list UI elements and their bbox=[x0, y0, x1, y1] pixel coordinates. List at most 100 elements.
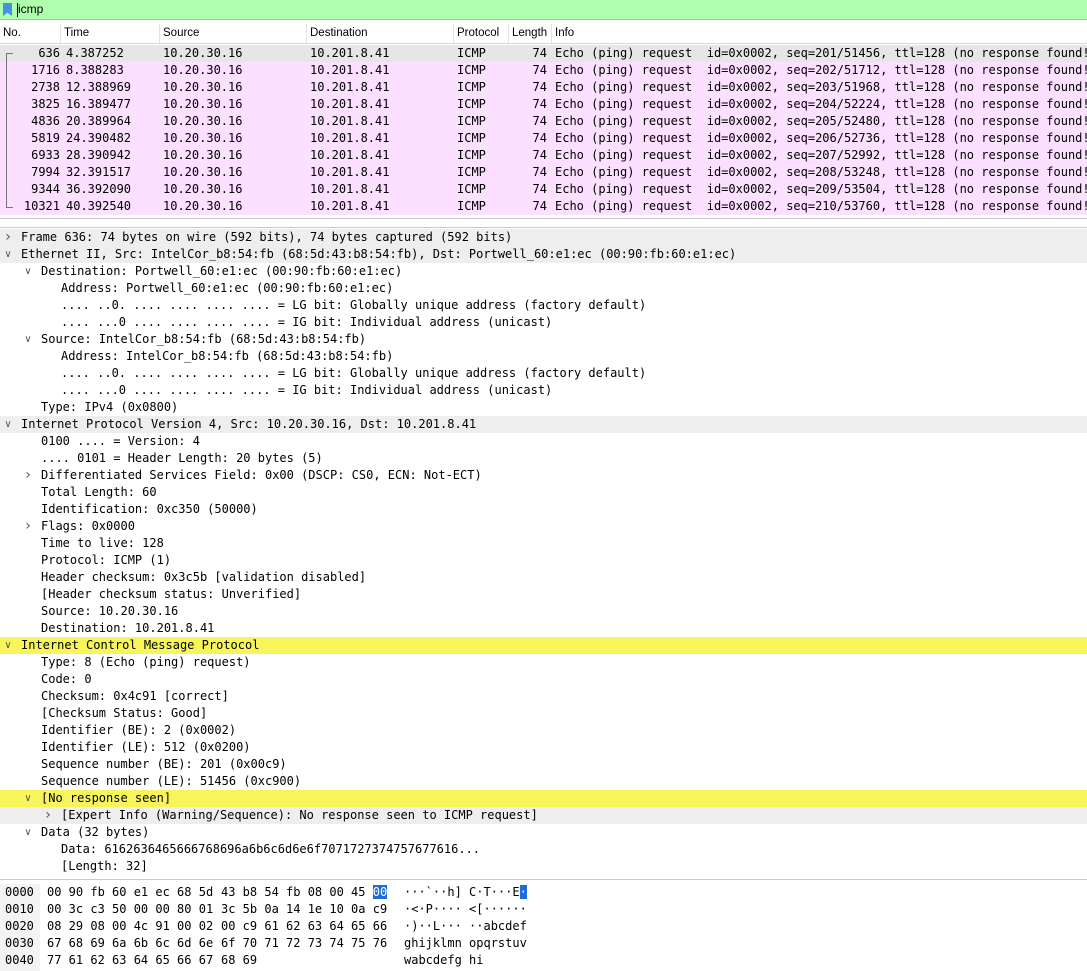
detail-row[interactable]: Protocol: ICMP (1) bbox=[0, 552, 1087, 569]
column-header-info[interactable]: Info bbox=[552, 24, 1087, 43]
display-filter-input[interactable]: icmp bbox=[18, 2, 43, 16]
chevron-right-icon[interactable]: › bbox=[23, 467, 33, 484]
packet-list[interactable]: No. Time Source Destination Protocol Len… bbox=[0, 24, 1087, 215]
detail-row[interactable]: Sequence number (LE): 51456 (0xc900) bbox=[0, 773, 1087, 790]
chevron-down-icon[interactable]: ∨ bbox=[23, 790, 33, 807]
packet-row[interactable]: 2738 12.388969 10.20.30.16 10.201.8.41 ICMP 7… bbox=[0, 79, 1087, 96]
detail-row[interactable]: Type: 8 (Echo (ping) request) bbox=[0, 654, 1087, 671]
bytes-row[interactable]: 0000 00 90 fb 60 e1 ec 68 5d 43 b8 54 fb 0… bbox=[0, 884, 1087, 901]
column-header-no[interactable]: No. bbox=[0, 24, 61, 43]
packet-row[interactable]: 5819 24.390482 10.20.30.16 10.201.8.41 ICMP 7… bbox=[0, 130, 1087, 147]
detail-row[interactable]: .... ...0 .... .... .... .... = IG bit: … bbox=[0, 314, 1087, 331]
detail-row[interactable]: 0100 .... = Version: 4 bbox=[0, 433, 1087, 450]
chevron-right-icon[interactable]: › bbox=[23, 518, 33, 535]
packet-row[interactable]: 3825 16.389477 10.20.30.16 10.201.8.41 ICMP 7… bbox=[0, 96, 1087, 113]
packet-source: 10.20.30.16 bbox=[163, 46, 243, 60]
packet-details-tree[interactable]: › Frame 636: 74 bytes on wire (592 bits),… bbox=[0, 229, 1087, 877]
detail-row[interactable]: Checksum: 0x4c91 [correct] bbox=[0, 688, 1087, 705]
chevron-down-icon[interactable]: ∨ bbox=[3, 637, 13, 654]
detail-text: Source: IntelCor_b8:54:fb (68:5d:43:b8:5… bbox=[41, 332, 367, 346]
chevron-down-icon[interactable]: ∨ bbox=[3, 416, 13, 433]
detail-row[interactable]: ∨ [No response seen] bbox=[0, 790, 1087, 807]
column-header-length[interactable]: Length bbox=[509, 24, 552, 43]
detail-text: [Expert Info (Warning/Sequence): No resp… bbox=[61, 808, 538, 822]
detail-row[interactable]: Total Length: 60 bbox=[0, 484, 1087, 501]
packet-row[interactable]: 636 4.387252 10.20.30.16 10.201.8.41 ICMP 74 E… bbox=[0, 45, 1087, 62]
chevron-down-icon[interactable]: ∨ bbox=[23, 331, 33, 348]
detail-row[interactable]: .... 0101 = Header Length: 20 bytes (5) bbox=[0, 450, 1087, 467]
column-header-destination[interactable]: Destination bbox=[307, 24, 454, 43]
detail-row[interactable]: .... ...0 .... .... .... .... = IG bit: … bbox=[0, 382, 1087, 399]
detail-text: Identifier (BE): 2 (0x0002) bbox=[41, 723, 237, 737]
pane-divider[interactable] bbox=[0, 218, 1087, 219]
column-header-time[interactable]: Time bbox=[61, 24, 160, 43]
chevron-right-icon[interactable]: › bbox=[43, 807, 53, 824]
detail-row[interactable]: › Differentiated Services Field: 0x00 (DS… bbox=[0, 467, 1087, 484]
pane-divider[interactable] bbox=[0, 879, 1087, 880]
display-filter-bar[interactable]: icmp bbox=[0, 0, 1087, 20]
packet-row[interactable]: 1716 8.388283 10.20.30.16 10.201.8.41 ICMP 74… bbox=[0, 62, 1087, 79]
packet-info: Echo (ping) request id=0x0002, seq=204/5… bbox=[555, 97, 1087, 111]
column-header-source[interactable]: Source bbox=[160, 24, 307, 43]
detail-row[interactable]: [Checksum Status: Good] bbox=[0, 705, 1087, 722]
detail-row[interactable]: Address: IntelCor_b8:54:fb (68:5d:43:b8:… bbox=[0, 348, 1087, 365]
packet-row[interactable]: 7994 32.391517 10.20.30.16 10.201.8.41 ICMP 7… bbox=[0, 164, 1087, 181]
detail-row[interactable]: Code: 0 bbox=[0, 671, 1087, 688]
pane-divider[interactable] bbox=[0, 227, 1087, 228]
selected-byte[interactable]: 00 bbox=[372, 885, 388, 899]
bookmark-icon[interactable] bbox=[3, 3, 12, 16]
detail-row[interactable]: Address: Portwell_60:e1:ec (00:90:fb:60:… bbox=[0, 280, 1087, 297]
packet-info: Echo (ping) request id=0x0002, seq=208/5… bbox=[555, 165, 1087, 179]
selected-ascii-char[interactable]: · bbox=[519, 885, 527, 899]
detail-row[interactable]: Time to live: 128 bbox=[0, 535, 1087, 552]
detail-row[interactable]: Data: 6162636465666768696a6b6c6d6e6f7071… bbox=[0, 841, 1087, 858]
detail-row[interactable]: ∨ Internet Control Message Protocol bbox=[0, 637, 1087, 654]
packet-info: Echo (ping) request id=0x0002, seq=201/5… bbox=[555, 46, 1087, 60]
detail-row[interactable]: ∨ Ethernet II, Src: IntelCor_b8:54:fb (68… bbox=[0, 246, 1087, 263]
bytes-row[interactable]: 0040 77 61 62 63 64 65 66 67 68 69 wabcdefg… bbox=[0, 952, 1087, 969]
chevron-down-icon[interactable]: ∨ bbox=[23, 824, 33, 841]
detail-row[interactable]: Destination: 10.201.8.41 bbox=[0, 620, 1087, 637]
detail-row[interactable]: Header checksum: 0x3c5b [validation disa… bbox=[0, 569, 1087, 586]
detail-row[interactable]: .... ..0. .... .... .... .... = LG bit: … bbox=[0, 365, 1087, 382]
bytes-row[interactable]: 0010 00 3c c3 50 00 00 80 01 3c 5b 0a 14 1… bbox=[0, 901, 1087, 918]
detail-row[interactable]: ∨ Data (32 bytes) bbox=[0, 824, 1087, 841]
packet-row[interactable]: 10321 40.392540 10.20.30.16 10.201.8.41 ICMP… bbox=[0, 198, 1087, 215]
hex-bytes: 68 69 bbox=[221, 952, 257, 969]
detail-row[interactable]: Identification: 0xc350 (50000) bbox=[0, 501, 1087, 518]
bytes-row[interactable]: 0020 08 29 08 00 4c 91 00 02 00 c9 61 62 6… bbox=[0, 918, 1087, 935]
detail-row[interactable]: › [Expert Info (Warning/Sequence): No res… bbox=[0, 807, 1087, 824]
hex-bytes: 77 61 62 63 64 65 66 67 bbox=[47, 953, 214, 967]
detail-row[interactable]: › Frame 636: 74 bytes on wire (592 bits),… bbox=[0, 229, 1087, 246]
bytes-row[interactable]: 0030 67 68 69 6a 6b 6c 6d 6e 6f 70 71 72 7… bbox=[0, 935, 1087, 952]
detail-row[interactable]: Identifier (LE): 512 (0x0200) bbox=[0, 739, 1087, 756]
detail-row[interactable]: Type: IPv4 (0x0800) bbox=[0, 399, 1087, 416]
detail-text: Destination: 10.201.8.41 bbox=[41, 621, 215, 635]
hex-bytes: 00 90 fb 60 e1 ec 68 5d bbox=[47, 885, 214, 899]
packet-source: 10.20.30.16 bbox=[163, 80, 243, 94]
chevron-right-icon[interactable]: › bbox=[3, 229, 13, 246]
packet-row[interactable]: 4836 20.389964 10.20.30.16 10.201.8.41 ICMP 7… bbox=[0, 113, 1087, 130]
detail-row[interactable]: Identifier (BE): 2 (0x0002) bbox=[0, 722, 1087, 739]
detail-row[interactable]: ∨ Destination: Portwell_60:e1:ec (00:90:f… bbox=[0, 263, 1087, 280]
detail-row[interactable]: Sequence number (BE): 201 (0x00c9) bbox=[0, 756, 1087, 773]
hex-bytes: 00 c9 61 62 63 64 65 66 bbox=[221, 918, 387, 935]
packet-row[interactable]: 9344 36.392090 10.20.30.16 10.201.8.41 ICMP 7… bbox=[0, 181, 1087, 198]
column-header-protocol[interactable]: Protocol bbox=[454, 24, 509, 43]
packet-destination: 10.201.8.41 bbox=[310, 199, 390, 213]
detail-row[interactable]: .... ..0. .... .... .... .... = LG bit: … bbox=[0, 297, 1087, 314]
ascii-bytes-text: ·)··L··· ··abcdef bbox=[404, 919, 527, 933]
packet-protocol: ICMP bbox=[457, 114, 486, 128]
detail-row[interactable]: [Length: 32] bbox=[0, 858, 1087, 875]
detail-row[interactable]: Source: 10.20.30.16 bbox=[0, 603, 1087, 620]
chevron-down-icon[interactable]: ∨ bbox=[3, 246, 13, 263]
detail-row[interactable]: [Header checksum status: Unverified] bbox=[0, 586, 1087, 603]
detail-row[interactable]: › Flags: 0x0000 bbox=[0, 518, 1087, 535]
packet-bytes-pane[interactable]: 0000 00 90 fb 60 e1 ec 68 5d 43 b8 54 fb 0… bbox=[0, 884, 1087, 971]
packet-info: Echo (ping) request id=0x0002, seq=203/5… bbox=[555, 80, 1087, 94]
packet-row[interactable]: 6933 28.390942 10.20.30.16 10.201.8.41 ICMP 7… bbox=[0, 147, 1087, 164]
chevron-down-icon[interactable]: ∨ bbox=[23, 263, 33, 280]
packet-info: Echo (ping) request id=0x0002, seq=210/5… bbox=[555, 199, 1087, 213]
detail-row[interactable]: ∨ Source: IntelCor_b8:54:fb (68:5d:43:b8:… bbox=[0, 331, 1087, 348]
detail-row[interactable]: ∨ Internet Protocol Version 4, Src: 10.20… bbox=[0, 416, 1087, 433]
